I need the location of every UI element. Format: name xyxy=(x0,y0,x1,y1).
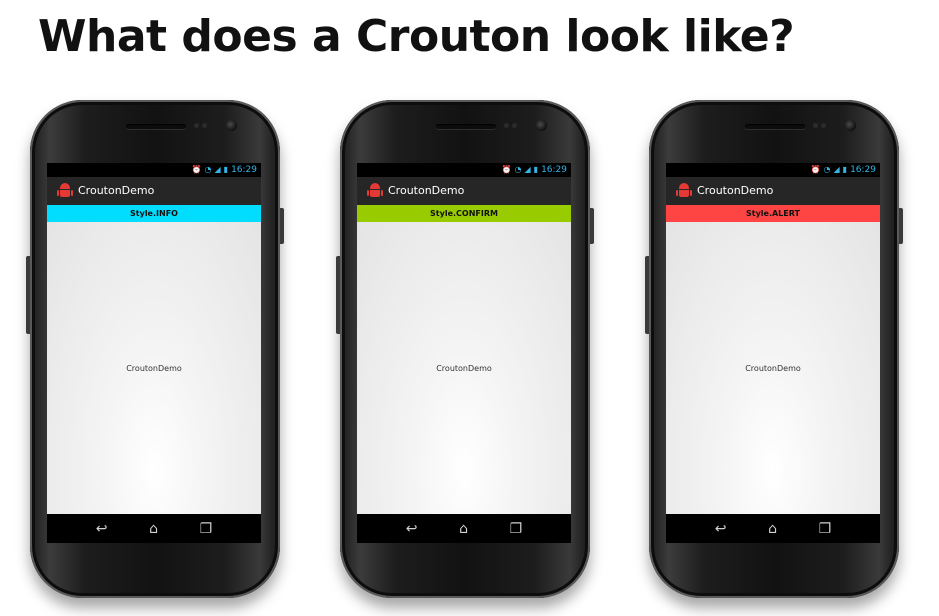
volume-button xyxy=(336,256,340,334)
back-icon[interactable]: ↩ xyxy=(406,522,418,536)
phone-screen: ⏰ ◔ ◢ ▮ 16:29 CroutonDemo Style.ALERT Cr… xyxy=(666,163,880,543)
action-bar: CroutonDemo xyxy=(666,177,880,205)
crouton-alert[interactable]: Style.ALERT xyxy=(666,205,880,222)
content-area: CroutonDemo xyxy=(47,222,261,514)
app-title: CroutonDemo xyxy=(697,184,774,197)
alarm-icon: ⏰ xyxy=(501,165,512,174)
status-bar: ⏰ ◔ ◢ ▮ 16:29 xyxy=(47,163,261,177)
alarm-icon: ⏰ xyxy=(191,165,202,174)
content-area: CroutonDemo xyxy=(357,222,571,514)
app-icon[interactable] xyxy=(367,183,383,199)
app-title: CroutonDemo xyxy=(78,184,155,197)
home-icon[interactable]: ⌂ xyxy=(149,522,158,536)
back-icon[interactable]: ↩ xyxy=(715,522,727,536)
back-icon[interactable]: ↩ xyxy=(96,522,108,536)
front-camera xyxy=(226,120,237,131)
wifi-icon: ◔ xyxy=(823,165,831,174)
signal-icon: ◢ xyxy=(524,165,531,174)
status-time: 16:29 xyxy=(231,165,257,175)
app-icon[interactable] xyxy=(57,183,73,199)
volume-button xyxy=(645,256,649,334)
signal-icon: ◢ xyxy=(833,165,840,174)
light-sensor xyxy=(512,123,517,128)
content-label: CroutonDemo xyxy=(745,363,801,373)
light-sensor xyxy=(202,123,207,128)
earpiece-speaker xyxy=(126,124,186,129)
wifi-icon: ◔ xyxy=(204,165,212,174)
crouton-label: Style.ALERT xyxy=(745,209,801,218)
wifi-icon: ◔ xyxy=(514,165,522,174)
recent-apps-icon[interactable]: ❐ xyxy=(200,522,213,536)
content-area: CroutonDemo xyxy=(666,222,880,514)
phone-confirm: ⏰ ◔ ◢ ▮ 16:29 CroutonDemo Style.CONFIRM … xyxy=(336,100,594,598)
crouton-info[interactable]: Style.INFO xyxy=(47,205,261,222)
home-icon[interactable]: ⌂ xyxy=(768,522,777,536)
crouton-label: Style.CONFIRM xyxy=(430,209,498,218)
app-icon[interactable] xyxy=(676,183,692,199)
navigation-bar: ↩ ⌂ ❐ xyxy=(357,514,571,543)
crouton-label: Style.INFO xyxy=(130,209,178,218)
navigation-bar: ↩ ⌂ ❐ xyxy=(666,514,880,543)
status-time: 16:29 xyxy=(541,165,567,175)
content-label: CroutonDemo xyxy=(436,363,492,373)
earpiece-speaker xyxy=(436,124,496,129)
recent-apps-icon[interactable]: ❐ xyxy=(510,522,523,536)
battery-icon: ▮ xyxy=(223,165,229,174)
status-time: 16:29 xyxy=(850,165,876,175)
front-camera xyxy=(536,120,547,131)
action-bar: CroutonDemo xyxy=(357,177,571,205)
status-bar: ⏰ ◔ ◢ ▮ 16:29 xyxy=(357,163,571,177)
proximity-sensor xyxy=(194,123,199,128)
phone-screen: ⏰ ◔ ◢ ▮ 16:29 CroutonDemo Style.CONFIRM … xyxy=(357,163,571,543)
power-button xyxy=(280,208,284,244)
status-bar: ⏰ ◔ ◢ ▮ 16:29 xyxy=(666,163,880,177)
signal-icon: ◢ xyxy=(214,165,221,174)
alarm-icon: ⏰ xyxy=(810,165,821,174)
proximity-sensor xyxy=(813,123,818,128)
power-button xyxy=(899,208,903,244)
front-camera xyxy=(845,120,856,131)
navigation-bar: ↩ ⌂ ❐ xyxy=(47,514,261,543)
phone-alert: ⏰ ◔ ◢ ▮ 16:29 CroutonDemo Style.ALERT Cr… xyxy=(645,100,903,598)
home-icon[interactable]: ⌂ xyxy=(459,522,468,536)
phone-info: ⏰ ◔ ◢ ▮ 16:29 CroutonDemo Style.INFO Cro… xyxy=(26,100,284,598)
light-sensor xyxy=(821,123,826,128)
power-button xyxy=(590,208,594,244)
recent-apps-icon[interactable]: ❐ xyxy=(819,522,832,536)
proximity-sensor xyxy=(504,123,509,128)
battery-icon: ▮ xyxy=(533,165,539,174)
content-label: CroutonDemo xyxy=(126,363,182,373)
app-title: CroutonDemo xyxy=(388,184,465,197)
action-bar: CroutonDemo xyxy=(47,177,261,205)
slide-title: What does a Crouton look like? xyxy=(38,11,795,62)
earpiece-speaker xyxy=(745,124,805,129)
battery-icon: ▮ xyxy=(842,165,848,174)
volume-button xyxy=(26,256,30,334)
crouton-confirm[interactable]: Style.CONFIRM xyxy=(357,205,571,222)
phone-screen: ⏰ ◔ ◢ ▮ 16:29 CroutonDemo Style.INFO Cro… xyxy=(47,163,261,543)
